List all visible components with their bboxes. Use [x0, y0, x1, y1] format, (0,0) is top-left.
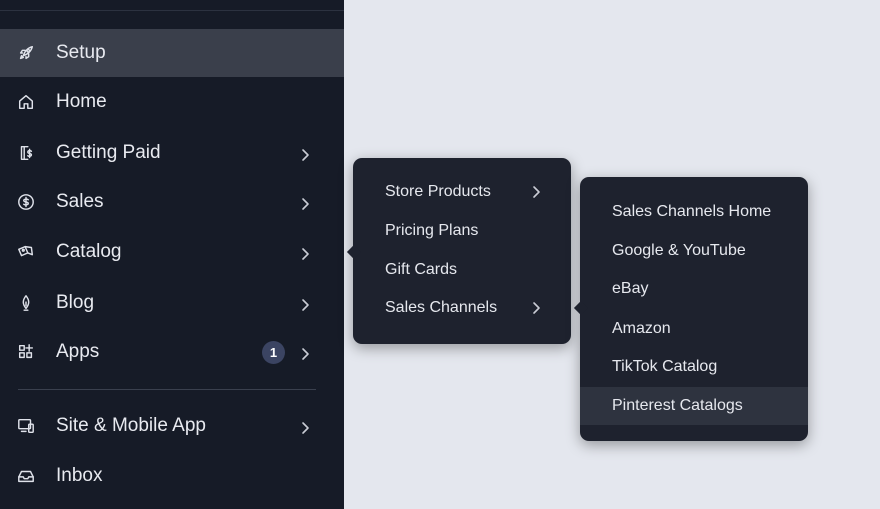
- chevron-right-icon: [298, 419, 312, 434]
- menu-item-pricing-plans[interactable]: Pricing Plans: [353, 215, 571, 247]
- menu-item-label: Google & YouTube: [612, 242, 746, 259]
- sidebar-item-label: Getting Paid: [56, 142, 161, 163]
- chevron-right-icon: [298, 296, 312, 311]
- dollar-circle-icon: [16, 192, 36, 212]
- sidebar-item-sales[interactable]: Sales: [0, 178, 344, 226]
- menu-item-label: eBay: [612, 280, 649, 297]
- sidebar-item-catalog[interactable]: Catalog: [0, 228, 344, 276]
- chevron-right-icon: [529, 301, 543, 315]
- home-icon: [16, 92, 36, 112]
- sidebar-item-site-mobile-app[interactable]: Site & Mobile App: [0, 402, 344, 450]
- menu-item-label: Pinterest Catalogs: [612, 397, 743, 414]
- top-divider: [0, 10, 344, 11]
- menu-item-ebay[interactable]: eBay: [580, 273, 808, 305]
- sales-channels-flyout-menu: Sales Channels Home Google & YouTube eBa…: [573, 177, 808, 441]
- chevron-right-icon: [298, 245, 312, 260]
- menu-item-label: Pricing Plans: [385, 222, 479, 239]
- apps-icon: [16, 342, 36, 362]
- catalog-flyout-menu: Store Products Pricing Plans Gift Cards …: [346, 158, 571, 344]
- menu-item-label: TikTok Catalog: [612, 358, 718, 375]
- chevron-right-icon: [298, 195, 312, 210]
- menu-item-amazon[interactable]: Amazon: [580, 313, 808, 345]
- chevron-right-icon: [298, 345, 312, 360]
- menu-item-tiktok-catalog[interactable]: TikTok Catalog: [580, 351, 808, 383]
- sidebar-item-getting-paid[interactable]: Getting Paid: [0, 129, 344, 177]
- rocket-icon: [16, 43, 36, 63]
- devices-icon: [16, 416, 36, 436]
- payment-icon: [16, 143, 36, 163]
- sidebar-item-apps[interactable]: Apps 1: [0, 328, 344, 376]
- sidebar-item-label: Inbox: [56, 465, 103, 486]
- sidebar-item-blog[interactable]: Blog: [0, 279, 344, 327]
- sidebar-item-home[interactable]: Home: [0, 78, 344, 126]
- notification-badge: 1: [262, 341, 285, 364]
- sidebar-divider: [18, 389, 316, 390]
- menu-item-label: Sales Channels: [385, 299, 498, 316]
- menu-item-label: Sales Channels Home: [612, 203, 772, 220]
- pen-nib-icon: [16, 293, 36, 313]
- inbox-icon: [16, 466, 36, 486]
- menu-item-store-products[interactable]: Store Products: [353, 176, 571, 208]
- menu-item-label: Amazon: [612, 320, 671, 337]
- sidebar-item-label: Blog: [56, 292, 95, 313]
- menu-item-google-youtube[interactable]: Google & YouTube: [580, 235, 808, 267]
- chevron-right-icon: [529, 185, 543, 199]
- sidebar-item-label: Apps: [56, 341, 100, 362]
- menu-item-pinterest-catalogs[interactable]: Pinterest Catalogs: [580, 387, 808, 425]
- catalog-icon: [16, 242, 36, 262]
- menu-item-sales-channels[interactable]: Sales Channels: [353, 292, 571, 324]
- sidebar-item-label: Home: [56, 91, 107, 112]
- sidebar-item-inbox[interactable]: Inbox: [0, 452, 344, 500]
- menu-item-label: Gift Cards: [385, 261, 458, 278]
- sidebar-item-label: Site & Mobile App: [56, 415, 206, 436]
- sidebar: Setup Home Getting Paid Sales Catalog Bl…: [0, 0, 344, 509]
- sidebar-item-label: Catalog: [56, 241, 122, 262]
- menu-item-sales-channels-home[interactable]: Sales Channels Home: [580, 196, 808, 228]
- sidebar-item-setup[interactable]: Setup: [0, 29, 344, 77]
- chevron-right-icon: [298, 146, 312, 161]
- sidebar-item-label: Sales: [56, 191, 104, 212]
- sidebar-item-label: Setup: [56, 42, 106, 63]
- menu-item-label: Store Products: [385, 183, 491, 200]
- menu-item-gift-cards[interactable]: Gift Cards: [353, 254, 571, 286]
